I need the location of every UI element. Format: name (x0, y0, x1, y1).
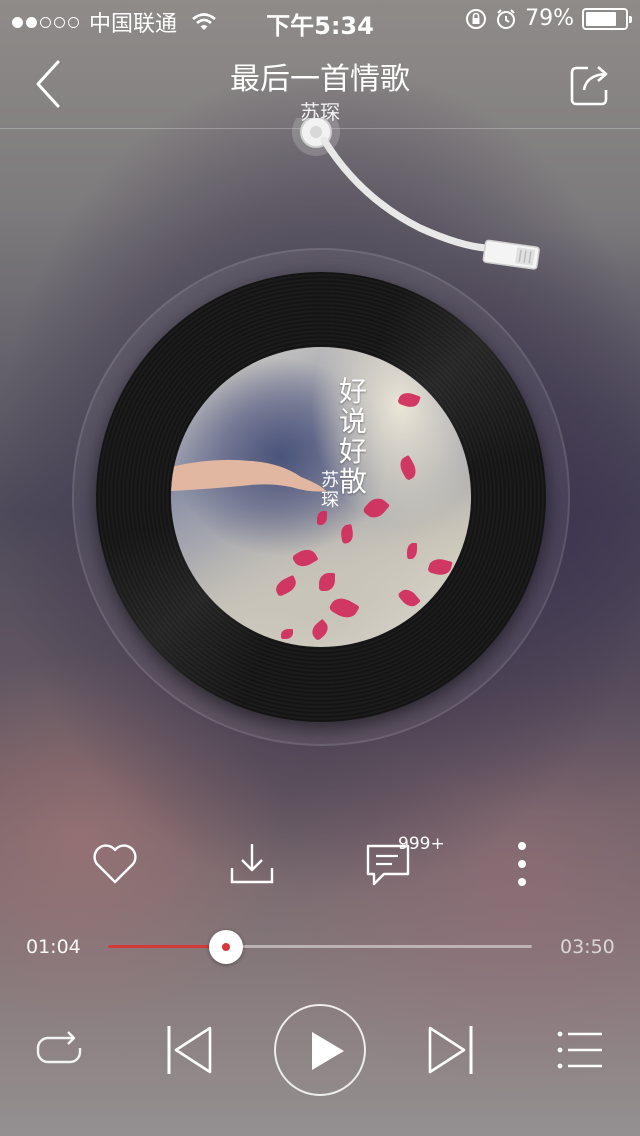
play-button[interactable] (274, 1004, 366, 1096)
battery-fill (586, 11, 617, 26)
status-bar: 中国联通 下午5:34 79% (0, 0, 640, 40)
current-time: 01:04 (26, 936, 81, 958)
share-button[interactable] (568, 60, 614, 108)
song-title: 最后一首情歌 (230, 62, 410, 97)
more-button[interactable] (510, 840, 534, 890)
play-icon (312, 1032, 344, 1070)
album-cover: 好说好散 苏琛 (171, 347, 471, 647)
progress-thumb-dot (221, 943, 230, 951)
total-time: 03:50 (560, 936, 615, 958)
skip-previous-icon (167, 1026, 212, 1074)
heart-icon (93, 844, 137, 884)
album-cover-artist: 苏琛 (321, 470, 339, 511)
album-cover-title: 好说好散 (339, 375, 368, 498)
like-button[interactable] (90, 840, 140, 886)
tonearm (292, 118, 540, 270)
comment-count-badge: 999+ (398, 834, 445, 854)
orientation-lock-icon (466, 8, 487, 29)
next-button[interactable] (424, 1024, 476, 1076)
repeat-icon (36, 1031, 82, 1064)
alarm-icon (497, 8, 516, 29)
more-vertical-icon (518, 842, 526, 886)
share-icon (570, 66, 608, 106)
playlist-button[interactable] (556, 1028, 604, 1072)
battery-icon (582, 7, 632, 30)
progress-thumb[interactable] (208, 930, 243, 964)
status-right: 79% (465, 6, 632, 31)
playlist-icon (557, 1031, 602, 1069)
hand-image (171, 459, 326, 492)
download-icon (230, 844, 274, 884)
skip-next-icon (428, 1026, 473, 1074)
battery-percent: 79% (525, 6, 574, 31)
repeat-button[interactable] (34, 1024, 84, 1074)
previous-button[interactable] (164, 1024, 216, 1076)
download-button[interactable] (228, 840, 276, 888)
